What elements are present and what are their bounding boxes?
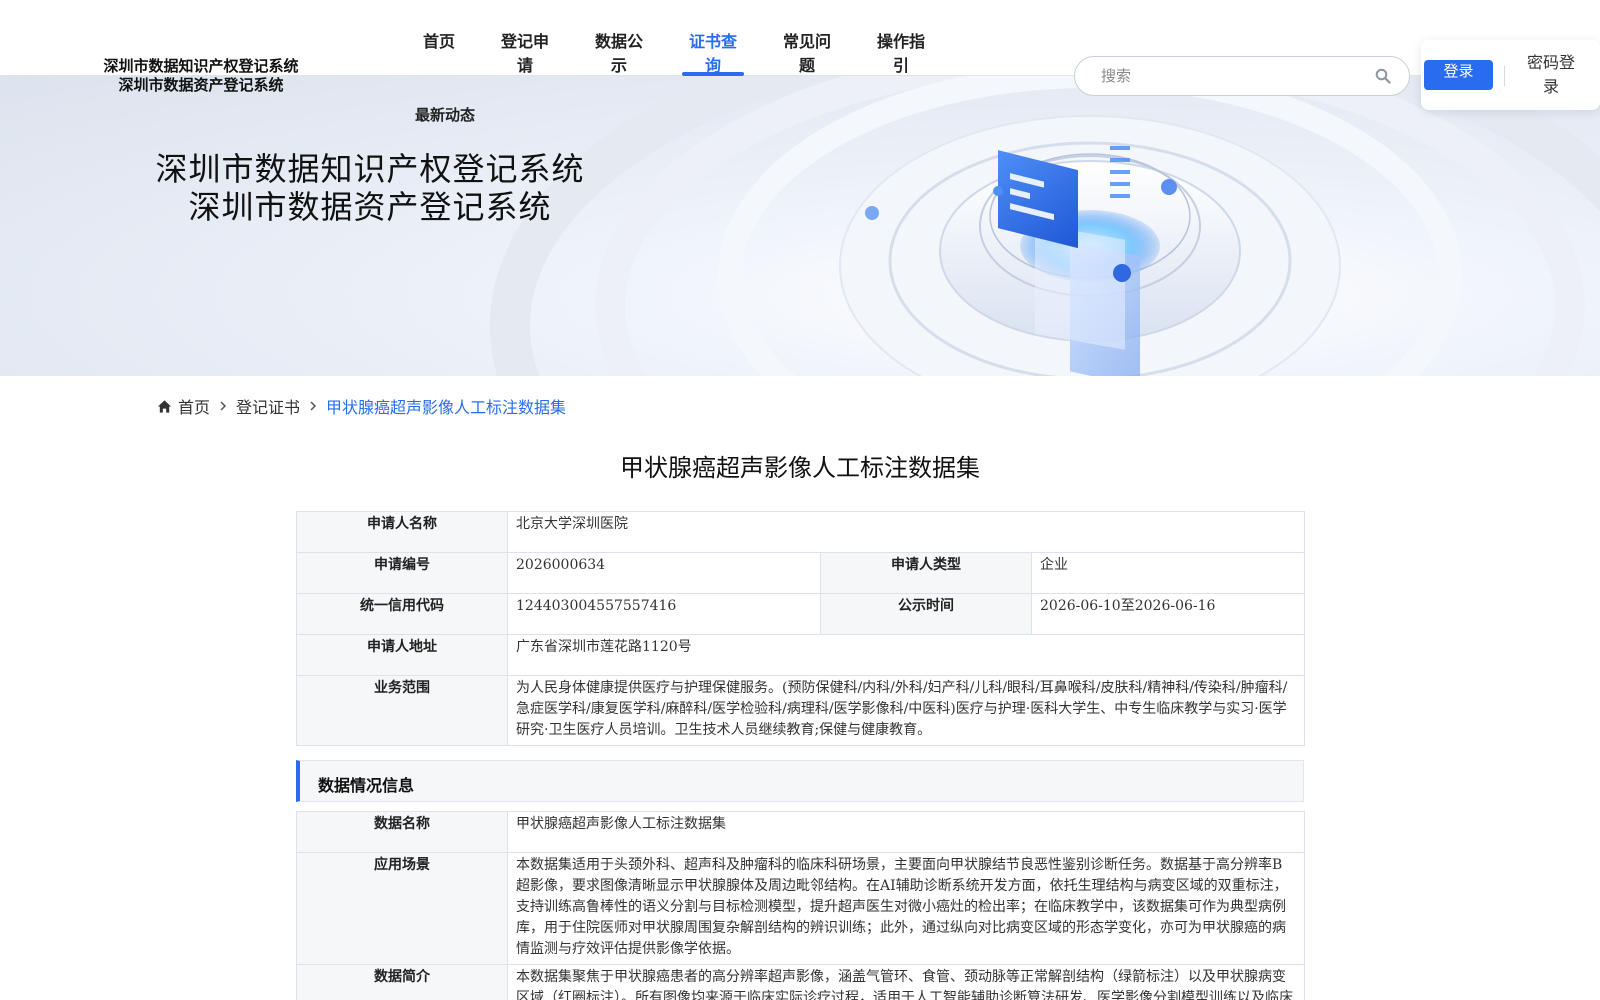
applicant-address-value: 广东省深圳市莲花路1120号 [507, 634, 1305, 676]
table-row: 数据简介 本数据集聚焦于甲状腺癌患者的高分辨率超声影像，涵盖气管环、食管、颈动脉… [296, 964, 1305, 1000]
credit-code-value: 124403004557557416 [507, 593, 821, 635]
data-info-table: 数据名称 甲状腺癌超声影像人工标注数据集 应用场景 本数据集适用于头颈外科、超声… [296, 811, 1305, 1000]
nav-data-publicity[interactable]: 数据公示 [588, 0, 650, 76]
banner-illustration [490, 76, 1600, 376]
table-row: 申请编号 2026000634 申请人类型 企业 [296, 552, 1305, 594]
applicant-name-value: 北京大学深圳医院 [507, 511, 1305, 553]
banner-title-line-2: 深圳市数据资产登记系统 [188, 188, 552, 226]
nav-home[interactable]: 首页 [416, 0, 462, 76]
banner-title-line-1: 深圳市数据知识产权登记系统 [155, 150, 585, 188]
application-scenario-label: 应用场景 [296, 852, 508, 965]
business-scope-value: 为人民身体健康提供医疗与护理保健服务。(预防保健科/内科/外科/妇产科/儿科/眼… [507, 675, 1305, 746]
login-button[interactable]: 登录 [1424, 60, 1493, 90]
breadcrumb-certificates[interactable]: 登记证书 [236, 394, 300, 418]
password-login-link[interactable]: 密码登录 [1525, 51, 1577, 99]
search-box [1074, 56, 1410, 96]
table-row: 申请人地址 广东省深圳市莲花路1120号 [296, 634, 1305, 676]
nav-latest-news[interactable]: 最新动态 [415, 104, 475, 125]
main-nav: 首页 登记申请 数据公示 证书查询 常见问题 操作指引 [416, 0, 932, 76]
logo-line-2: 深圳市数据资产登记系统 [118, 76, 284, 94]
breadcrumb: 首页 登记证书 甲状腺癌超声影像人工标注数据集 [157, 394, 566, 418]
applicant-address-label: 申请人地址 [296, 634, 508, 676]
nav-operation-guide[interactable]: 操作指引 [870, 0, 932, 76]
breadcrumb-home[interactable]: 首页 [178, 394, 210, 418]
login-divider [1504, 66, 1505, 86]
banner-title: 深圳市数据知识产权登记系统 深圳市数据资产登记系统 [120, 150, 620, 226]
nav-certificate-query[interactable]: 证书查询 [682, 0, 744, 76]
home-icon[interactable] [157, 399, 172, 414]
site-logo[interactable]: 深圳市数据知识产权登记系统 深圳市数据资产登记系统 [96, 57, 306, 95]
publicity-time-value: 2026-06-10至2026-06-16 [1031, 593, 1305, 635]
data-info-section-header: 数据情况信息 [296, 760, 1304, 802]
data-name-value: 甲状腺癌超声影像人工标注数据集 [507, 811, 1305, 853]
search-input[interactable] [1101, 65, 1361, 87]
data-intro-value: 本数据集聚焦于甲状腺癌患者的高分辨率超声影像，涵盖气管环、食管、颈动脉等正常解剖… [507, 964, 1305, 1000]
nav-faq[interactable]: 常见问题 [776, 0, 838, 76]
applicant-name-label: 申请人名称 [296, 511, 508, 553]
nav-registration-apply[interactable]: 登记申请 [494, 0, 556, 76]
data-intro-label: 数据简介 [296, 964, 508, 1000]
credit-code-label: 统一信用代码 [296, 593, 508, 635]
table-row: 申请人名称 北京大学深圳医院 [296, 511, 1305, 553]
table-row: 统一信用代码 124403004557557416 公示时间 2026-06-1… [296, 593, 1305, 635]
page-title: 甲状腺癌超声影像人工标注数据集 [620, 454, 980, 482]
table-row: 应用场景 本数据集适用于头颈外科、超声科及肿瘤科的临床科研场景，主要面向甲状腺结… [296, 852, 1305, 965]
applicant-type-label: 申请人类型 [820, 552, 1032, 594]
applicant-type-value: 企业 [1031, 552, 1305, 594]
logo-line-1: 深圳市数据知识产权登记系统 [103, 57, 299, 75]
search-icon[interactable] [1375, 68, 1391, 84]
breadcrumb-current[interactable]: 甲状腺癌超声影像人工标注数据集 [326, 394, 566, 418]
business-scope-label: 业务范围 [296, 675, 508, 746]
hero-banner: 深圳市数据知识产权登记系统 深圳市数据资产登记系统 [0, 76, 1600, 376]
login-panel: 登录 密码登录 [1421, 40, 1600, 110]
application-number-label: 申请编号 [296, 552, 508, 594]
application-scenario-value: 本数据集适用于头颈外科、超声科及肿瘤科的临床科研场景，主要面向甲状腺结节良恶性鉴… [507, 852, 1305, 965]
table-row: 业务范围 为人民身体健康提供医疗与护理保健服务。(预防保健科/内科/外科/妇产科… [296, 675, 1305, 746]
publicity-time-label: 公示时间 [820, 593, 1032, 635]
section-heading: 数据情况信息 [318, 776, 415, 795]
data-name-label: 数据名称 [296, 811, 508, 853]
chevron-right-icon [310, 401, 317, 411]
table-row: 数据名称 甲状腺癌超声影像人工标注数据集 [296, 811, 1305, 853]
applicant-info-table: 申请人名称 北京大学深圳医院 申请编号 2026000634 申请人类型 企业 … [296, 511, 1305, 746]
chevron-right-icon [220, 401, 227, 411]
application-number-value: 2026000634 [507, 552, 821, 594]
